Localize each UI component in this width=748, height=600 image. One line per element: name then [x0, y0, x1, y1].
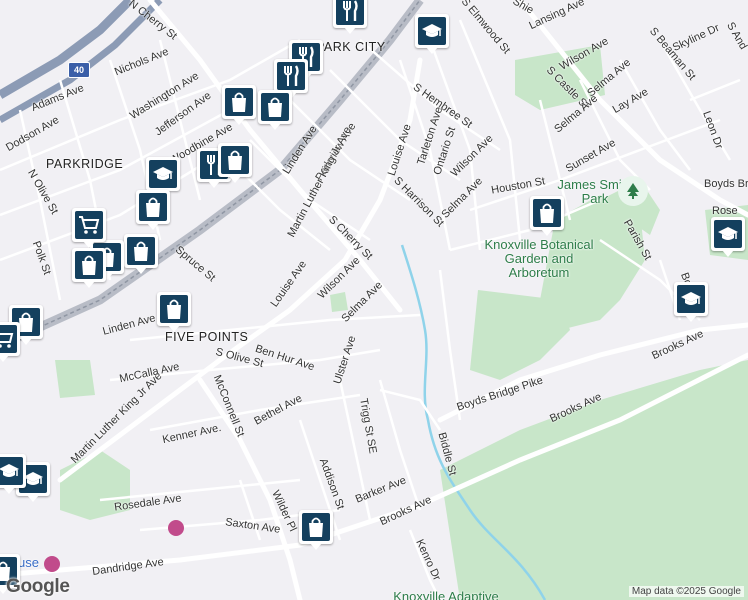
shopping-pin-1[interactable]	[222, 85, 256, 125]
grocery-pin-2[interactable]	[0, 322, 20, 362]
shopping-bag-icon	[146, 197, 160, 217]
map-attribution[interactable]: Map data ©2025 Google	[628, 586, 744, 597]
shopping-cart-icon	[0, 333, 14, 348]
graduation-cap-icon	[0, 464, 19, 477]
shopping-bag-icon	[167, 299, 181, 319]
shopping-bag-icon	[540, 203, 554, 223]
shopping-cart-icon	[79, 216, 100, 234]
graduation-cap-icon	[718, 227, 738, 240]
school-pin-4[interactable]	[674, 282, 708, 322]
neighborhood-five-points: FIVE POINTS	[165, 330, 249, 344]
shopping-bag-icon	[309, 517, 323, 537]
fork-knife-icon	[284, 65, 299, 86]
shopping-bag-icon	[232, 92, 246, 112]
neighborhood-park-city: PARK CITY	[316, 40, 386, 54]
park-label-botanical: Knoxville Botanical Garden and Arboretum	[484, 237, 594, 280]
landmark-icon	[44, 556, 60, 572]
park-icon	[618, 176, 648, 206]
graduation-cap-icon	[422, 24, 442, 37]
shopping-bag-icon	[228, 150, 242, 170]
street-label: Rose	[712, 205, 738, 217]
shopping-pin-8[interactable]	[157, 292, 191, 332]
shopping-pin-5[interactable]	[124, 234, 158, 274]
school-pin-1[interactable]	[415, 14, 449, 54]
shopping-pin-10[interactable]	[530, 196, 564, 236]
grocery-pin-1[interactable]	[72, 208, 106, 248]
interstate-shield: 40	[68, 62, 90, 78]
shopping-bag-icon	[134, 241, 148, 261]
street-label: Boyds Br	[704, 178, 748, 190]
shopping-bag-icon	[268, 97, 282, 117]
poi-label-fragment: use	[18, 555, 39, 570]
school-pin-6[interactable]	[0, 454, 26, 494]
shopping-pin-2[interactable]	[258, 90, 292, 130]
shopping-pin-4[interactable]	[136, 190, 170, 230]
fork-knife-icon	[343, 0, 358, 21]
graduation-cap-icon	[681, 292, 701, 305]
restaurant-pin-1[interactable]	[333, 0, 367, 34]
neighborhood-parkridge: PARKRIDGE	[46, 157, 124, 171]
shopping-pin-3[interactable]	[218, 143, 252, 183]
park-area-west	[55, 360, 95, 398]
shopping-pin-11[interactable]	[299, 510, 333, 550]
shopping-bag-icon	[82, 255, 96, 275]
school-pin-3[interactable]	[711, 217, 745, 257]
graduation-cap-icon	[153, 167, 173, 180]
google-logo: Google	[6, 576, 70, 597]
map-canvas[interactable]: 40 PARK CITY PARKRIDGE FIVE POINTS James…	[0, 0, 748, 600]
park-label-adaptive: Knoxville Adaptive	[393, 589, 499, 600]
museum-icon	[168, 520, 184, 536]
shopping-pin-7[interactable]	[72, 248, 106, 288]
